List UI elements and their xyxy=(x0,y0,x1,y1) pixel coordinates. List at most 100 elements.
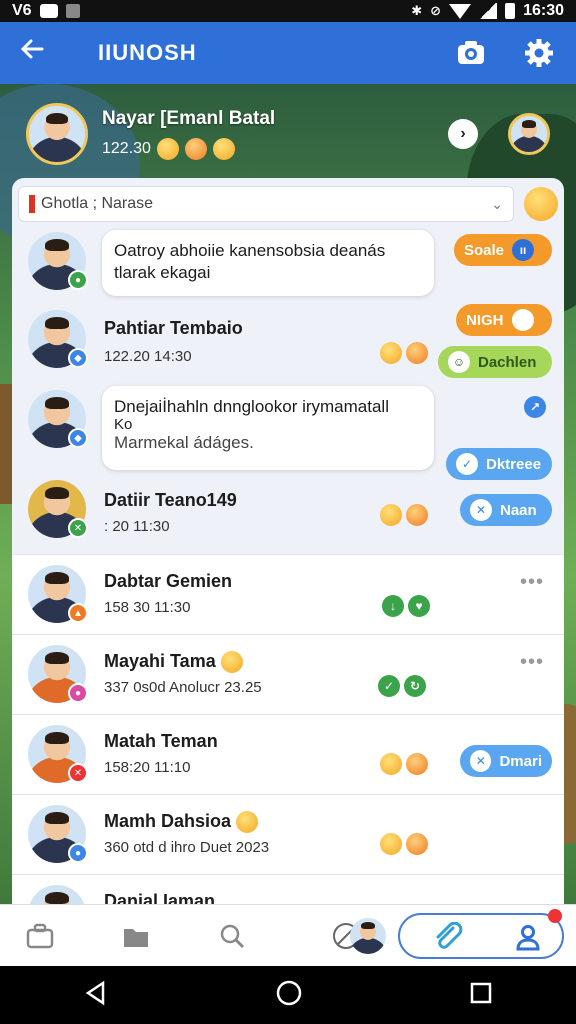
emoji-icon xyxy=(406,342,428,364)
avatar-icon: ☺ xyxy=(448,351,470,373)
action-pill[interactable]: NIGH ☺ xyxy=(456,304,552,336)
emoji-icon xyxy=(236,811,259,834)
emoji-icon xyxy=(380,833,402,855)
action-pill[interactable]: ✕ Naan xyxy=(460,494,552,526)
contact-sub: 158:20 11:10 xyxy=(104,759,191,776)
contact-name: Matah Teman xyxy=(104,731,218,751)
list-item[interactable]: ● Mayahi Tama 337 0s0d Anolucr 23.25 ✓ ↻ … xyxy=(12,634,564,714)
pill-label: Naan xyxy=(500,501,537,519)
back-triangle-icon[interactable] xyxy=(83,980,109,1011)
emoji-icon xyxy=(380,342,402,364)
list-item[interactable]: ▲ Dabtar Gemien 158 30 11:30 ↓ ♥ ••• xyxy=(12,554,564,634)
message-bubble[interactable]: Oatroy abhoiie kanensobsia deanás tlarak… xyxy=(102,230,434,296)
message-line: tlarak ekagai xyxy=(114,263,211,282)
contact-name: Dabtar Gemien xyxy=(104,571,233,591)
current-chat-header[interactable]: Nayar [Emanl Batal 122.30 › xyxy=(26,100,550,168)
status-badge-icon: ✕ xyxy=(68,763,88,783)
camera-icon[interactable] xyxy=(452,34,490,72)
list-item[interactable]: ● Oatroy abhoiie kanensobsia deanás tlar… xyxy=(12,224,564,304)
list-item[interactable]: ◆ Dnejaiİhahln dnnglookor irymamatall Ko… xyxy=(12,384,564,480)
contact-sub: 158 30 11:30 xyxy=(104,599,191,616)
notification-badge xyxy=(548,909,562,923)
chevron-down-icon[interactable]: ⌄ xyxy=(491,196,503,213)
app-bar: IIUNOSH xyxy=(0,22,576,84)
emoji-icon xyxy=(380,504,402,526)
heart-icon: ♥ xyxy=(408,595,430,617)
status-bar: V6 ✱ ⊘ 16:30 xyxy=(0,0,576,22)
contact-name: Mayahi Tama xyxy=(104,651,243,674)
list-item[interactable]: Danial Iaman xyxy=(12,874,564,904)
emoji-icon xyxy=(212,138,235,160)
emoji-icon xyxy=(220,651,243,674)
contact-name: Mamh Dahsioa xyxy=(104,811,259,834)
status-badge-icon: ▲ xyxy=(68,603,88,623)
status-badge-icon: ● xyxy=(68,843,88,863)
avatar xyxy=(28,885,86,904)
recents-square-icon[interactable] xyxy=(469,981,493,1010)
chat-header-name: Nayar [Emanl Batal xyxy=(102,108,276,129)
back-arrow-icon[interactable] xyxy=(18,35,58,71)
avatar: ● xyxy=(28,805,88,863)
avatar: ● xyxy=(28,232,88,290)
emoji-icon[interactable] xyxy=(524,187,558,221)
status-badge-icon: ◆ xyxy=(68,348,88,368)
action-pill[interactable]: ☺ Dachlen xyxy=(438,346,552,378)
list-item[interactable]: ● Mamh Dahsioa 360 otd d ihro Duet 2023 xyxy=(12,794,564,874)
briefcase-icon[interactable] xyxy=(10,906,70,966)
chat-list-panel: Ghotla ; Narase ⌄ ● Oatroy abhoiie kanen… xyxy=(12,178,564,904)
search-input[interactable]: Ghotla ; Narase ⌄ xyxy=(18,186,514,222)
avatar-icon: ☺ xyxy=(511,309,534,331)
action-pill[interactable]: ✕ Dmari xyxy=(460,745,552,777)
home-circle-icon[interactable] xyxy=(275,979,303,1012)
avatar xyxy=(26,103,88,165)
avatar: ◆ xyxy=(28,310,88,368)
check-icon: ✓ xyxy=(378,675,400,697)
gear-icon[interactable] xyxy=(520,34,558,72)
signal-icon xyxy=(479,3,498,19)
contact-sub: 360 otd d ihro Duet 2023 xyxy=(104,839,270,856)
notification-icon xyxy=(39,4,58,18)
bottom-nav xyxy=(0,904,576,966)
avatar: ● xyxy=(28,645,88,703)
message-line: Ko xyxy=(114,416,133,433)
emoji-icon xyxy=(406,833,428,855)
contact-name: Pahtiar Tembaio xyxy=(104,318,243,338)
app-title: IIUNOSH xyxy=(98,40,197,65)
download-icon: ↓ xyxy=(382,595,404,617)
avatar: ▲ xyxy=(28,565,88,623)
avatar: ✕ xyxy=(28,725,88,783)
status-time: 16:30 xyxy=(523,2,564,19)
emoji-icon xyxy=(184,138,207,160)
message-line: Oatroy abhoiie kanensobsia deanás xyxy=(114,241,386,260)
contact-name: Datiir Teano149 xyxy=(104,490,237,510)
list-item[interactable]: ✕ Datiir Teano149 : 20 11:30 ✕ Naan xyxy=(12,480,564,554)
share-icon[interactable]: ↗ xyxy=(524,396,546,418)
battery-icon xyxy=(505,3,516,19)
status-badge-icon: ● xyxy=(68,270,88,290)
list-item[interactable]: ✕ Matah Teman 158:20 11:10 ✕ Dmari xyxy=(12,714,564,794)
contact-sub: 337 0s0d Anolucr 23.25 xyxy=(104,679,262,696)
folder-icon[interactable] xyxy=(106,906,166,966)
attach-icon[interactable] xyxy=(418,907,478,967)
status-badge-icon: ◆ xyxy=(68,428,88,448)
search-icon[interactable] xyxy=(202,906,262,966)
more-icon[interactable]: ••• xyxy=(520,571,544,594)
pause-icon: ıı xyxy=(512,239,535,261)
avatar: ✕ xyxy=(28,480,88,538)
carrier-label: V6 xyxy=(12,2,32,19)
chat-header-meta: 122.30 xyxy=(102,140,151,157)
avatar[interactable] xyxy=(508,113,550,155)
refresh-icon: ↻ xyxy=(404,675,426,697)
vibrate-icon: ⊘ xyxy=(430,3,442,18)
action-pill[interactable]: Soale ıı xyxy=(454,234,552,266)
pill-label: Soale xyxy=(464,241,505,259)
emoji-icon xyxy=(380,753,402,775)
list-item[interactable]: ◆ Pahtiar Tembaio 122.20 14:30 NIGH ☺ ☺ … xyxy=(12,304,564,384)
more-icon[interactable]: ••• xyxy=(520,651,544,674)
message-bubble[interactable]: Dnejaiİhahln dnnglookor irymamatall Ko M… xyxy=(102,386,434,470)
action-pill[interactable]: ✓ Dktreee xyxy=(446,448,552,480)
avatar: ◆ xyxy=(28,390,88,448)
avatar[interactable] xyxy=(350,917,386,954)
chevron-right-icon[interactable]: › xyxy=(448,119,478,149)
app-notification-icon xyxy=(65,4,80,18)
